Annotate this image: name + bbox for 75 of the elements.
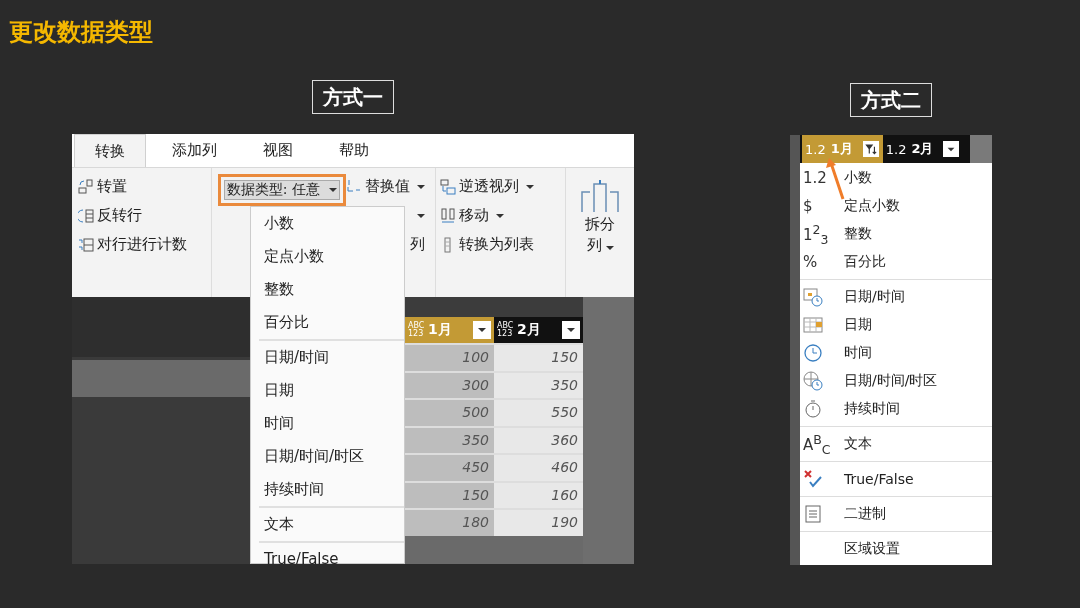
table-cell: 180 — [405, 510, 494, 536]
columns-icon — [439, 207, 456, 224]
table-cell: 300 — [405, 372, 494, 398]
table-cell: 350 — [494, 372, 583, 398]
table-cell: 150 — [494, 345, 583, 371]
clock-icon — [803, 343, 823, 363]
table-cell: 460 — [494, 455, 583, 481]
ribbon-button[interactable]: 替换值 — [345, 176, 425, 197]
column-header[interactable]: 1.2 2月 — [882, 135, 964, 163]
data-type-dropdown[interactable]: 数据类型: 任意 — [217, 174, 346, 206]
ribbon-button[interactable]: 反转行 — [78, 205, 205, 226]
caret-icon — [328, 188, 337, 192]
type-icon: 1.2 — [803, 169, 827, 187]
menu-item[interactable]: 持续时间 — [259, 473, 404, 506]
table-icon — [78, 236, 94, 253]
table-icon — [78, 178, 94, 195]
menu-item[interactable]: 时间 — [259, 407, 404, 440]
cross-check-icon — [803, 469, 823, 489]
method-label: 方式二 — [850, 83, 932, 117]
table-icon — [78, 207, 94, 224]
menu-item[interactable]: 时间 — [800, 339, 992, 367]
stopwatch-icon — [803, 399, 823, 419]
menu-item[interactable]: A$^{B}$$_{C}$ 文本 — [800, 430, 992, 458]
table-cell: 350 — [405, 427, 494, 453]
table-cell: 360 — [494, 427, 583, 453]
menu-item[interactable]: True/False — [800, 465, 992, 493]
table-cell: 190 — [494, 510, 583, 536]
dropdown-icon — [562, 321, 580, 339]
method-label: 方式一 — [312, 80, 394, 114]
type-icon: $ — [803, 197, 813, 215]
menu-item[interactable]: 小数 — [251, 207, 404, 240]
menu-item[interactable]: 日期 — [800, 311, 992, 339]
menu-item[interactable]: 日期/时间/时区 — [800, 367, 992, 395]
pointer-arrow — [826, 158, 846, 200]
document-icon — [803, 504, 823, 524]
menu-item[interactable]: 日期/时间/时区 — [259, 440, 404, 473]
dropdown-icon — [473, 321, 491, 339]
menu-item[interactable]: 区域设置 — [800, 535, 992, 563]
ribbon-button[interactable]: 转置 — [78, 176, 205, 197]
table-cell: 550 — [494, 400, 583, 426]
slide-title: 更改数据类型 — [9, 17, 153, 48]
menu-item[interactable]: 日期/时间 — [800, 283, 992, 311]
ribbon-button[interactable]: 转换为列表 — [439, 234, 559, 255]
menu-item[interactable]: 持续时间 — [800, 395, 992, 423]
menu-item[interactable]: 百分比 — [251, 306, 404, 339]
menu-item[interactable]: % 百分比 — [800, 248, 992, 276]
ribbon-button[interactable]: 列 — [409, 234, 425, 255]
menu-item[interactable]: 1.2 小数 — [800, 164, 992, 192]
calendar-clock-icon — [803, 287, 823, 307]
menu-item[interactable]: 二进制 — [800, 500, 992, 528]
globe-clock-icon — [803, 371, 823, 391]
replace-icon — [345, 178, 362, 195]
menu-item[interactable]: $ 定点小数 — [800, 192, 992, 220]
ribbon-button[interactable]: 对行进行计数 — [78, 234, 205, 255]
table-cell: 150 — [405, 482, 494, 508]
menu-item[interactable]: 整数 — [251, 273, 404, 306]
split-column-icon — [580, 178, 620, 214]
calendar-icon — [803, 315, 823, 335]
menu-item[interactable]: 定点小数 — [251, 240, 404, 273]
menu-item[interactable]: 文本 — [259, 508, 404, 541]
split-column-button[interactable]: 拆分 列 — [580, 178, 620, 256]
table-cell: 160 — [494, 482, 583, 508]
menu-item[interactable]: 日期/时间 — [259, 341, 404, 374]
table-cell: 500 — [405, 400, 494, 426]
table-cell: 450 — [405, 455, 494, 481]
ribbon-button[interactable]: 逆透视列 — [439, 176, 559, 197]
table-cell: 100 — [405, 345, 494, 371]
type-icon: % — [803, 253, 818, 271]
ribbon-button[interactable]: 移动 — [439, 205, 559, 226]
ribbon-tab[interactable]: 转换 — [74, 134, 146, 167]
ribbon-tab[interactable]: 添加列 — [152, 134, 237, 167]
ribbon-tab[interactable]: 帮助 — [319, 134, 389, 167]
columns-icon — [439, 178, 456, 195]
ribbon-tab[interactable]: 视图 — [243, 134, 313, 167]
menu-item[interactable]: 日期 — [259, 374, 404, 407]
